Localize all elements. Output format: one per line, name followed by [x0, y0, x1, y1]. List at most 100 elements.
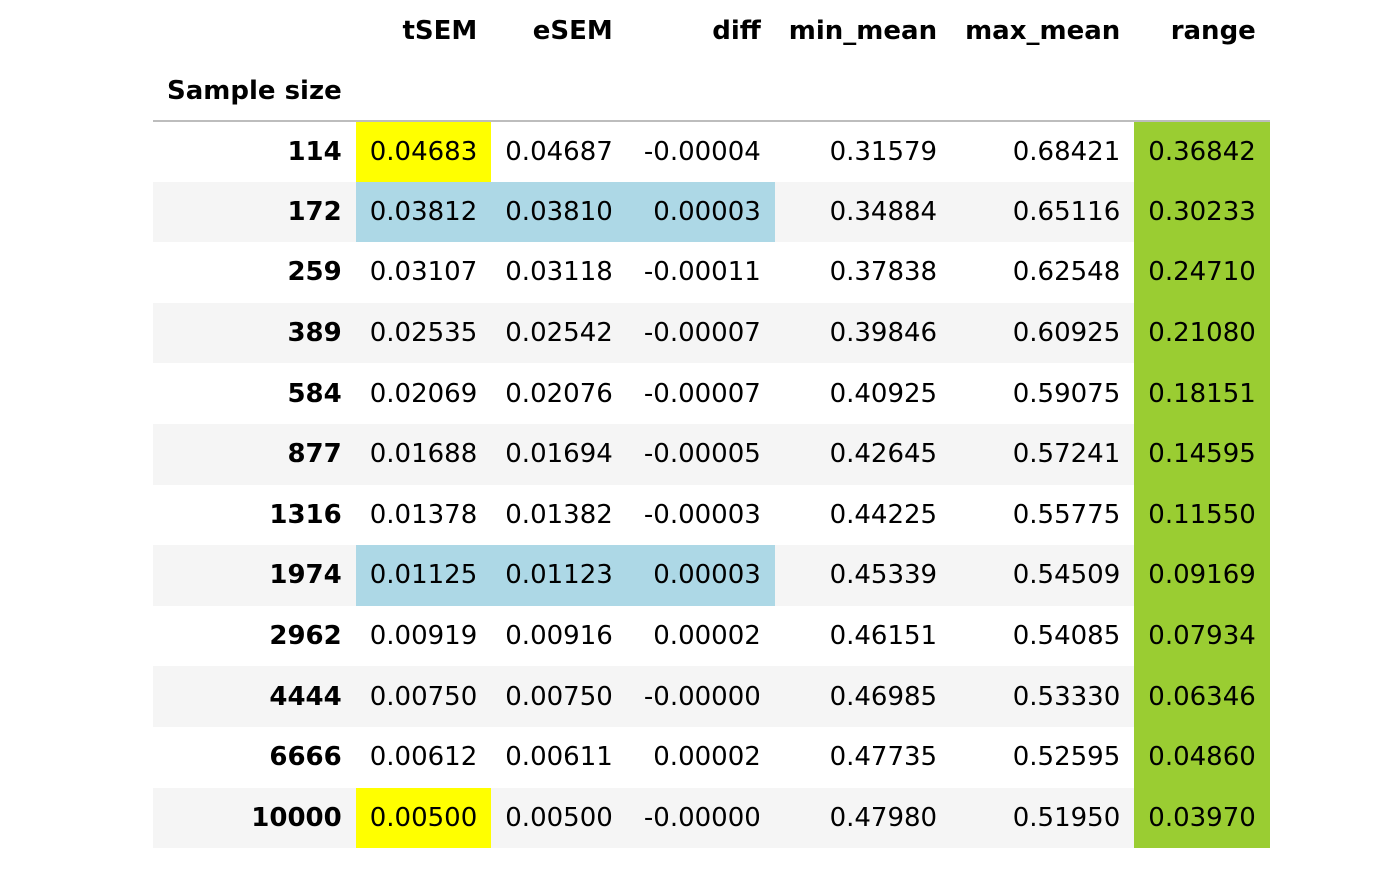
- cell-esem: 0.00500: [505, 802, 613, 833]
- cell-range: 0.03970: [1134, 787, 1270, 849]
- cell-max-mean: 0.55775: [1012, 499, 1121, 530]
- cell-min-mean: 0.40925: [829, 378, 938, 409]
- table-row: 584 0.02069 0.02076 -0.00007 0.40925 0.59075 0…: [153, 363, 1270, 424]
- cell-max-mean: 0.53330: [1012, 681, 1121, 712]
- table-row: 1974 0.01125 0.01123 0.00003 0.45339 0.54509 0…: [153, 545, 1270, 606]
- cell-range: 0.14595: [1134, 423, 1270, 485]
- cell-range: 0.24710: [1134, 242, 1270, 303]
- cell-tsem: 0.02069: [369, 378, 478, 409]
- row-index-sample-size: 6666: [269, 742, 342, 773]
- blank-corner-cell: [153, 0, 356, 62]
- table-row: 6666 0.00612 0.00611 0.00002 0.47735 0.52595 0…: [153, 726, 1270, 788]
- empty-header-cell: [627, 62, 775, 121]
- cell-diff: -0.00000: [643, 681, 761, 712]
- cell-min-mean: 0.42645: [829, 439, 938, 470]
- cell-min-mean: 0.47735: [829, 742, 938, 773]
- empty-header-cell: [775, 62, 951, 121]
- cell-tsem: 0.02535: [369, 318, 478, 349]
- cell-min-mean: 0.45339: [829, 560, 938, 591]
- table-row: 259 0.03107 0.03118 -0.00011 0.37838 0.62548 0…: [153, 242, 1270, 303]
- cell-tsem: 0.00612: [369, 742, 478, 773]
- cell-diff: -0.00007: [643, 378, 761, 409]
- cell-diff: 0.00003: [626, 545, 775, 606]
- table-row: 1316 0.01378 0.01382 -0.00003 0.44225 0.55775…: [153, 484, 1270, 546]
- cell-range: 0.07934: [1134, 605, 1270, 667]
- cell-esem: 0.03810: [491, 181, 627, 243]
- table-body: 114 0.04683 0.04687 -0.00004 0.31579 0.68421 0…: [153, 120, 1270, 849]
- cell-min-mean: 0.37838: [829, 257, 938, 288]
- cell-esem: 0.02542: [505, 318, 613, 349]
- table-row: 172 0.03812 0.03810 0.00003 0.34884 0.65116 0.…: [153, 181, 1270, 243]
- cell-range: 0.06346: [1134, 666, 1270, 727]
- cell-min-mean: 0.31579: [774, 120, 952, 182]
- index-header-row: Sample size: [153, 62, 1270, 121]
- cell-min-mean: 0.44225: [829, 499, 938, 530]
- cell-diff: -0.00000: [643, 802, 761, 833]
- cell-diff: 0.00002: [653, 621, 761, 652]
- cell-max-mean: 0.57241: [1012, 439, 1121, 470]
- column-header-min-mean: min_mean: [788, 16, 938, 46]
- column-header-esem: eSEM: [532, 16, 613, 46]
- cell-max-mean: 0.65116: [1012, 196, 1121, 227]
- row-index-sample-size: 172: [287, 196, 342, 227]
- cell-min-mean: 0.47980: [829, 802, 938, 833]
- table-row: 114 0.04683 0.04687 -0.00004 0.31579 0.68421 0…: [153, 120, 1270, 182]
- cell-tsem: 0.00919: [369, 621, 478, 652]
- cell-diff: -0.00005: [643, 439, 761, 470]
- row-index-sample-size: 4444: [269, 681, 342, 712]
- empty-header-cell: [951, 62, 1134, 121]
- empty-header-cell: [356, 62, 492, 121]
- cell-esem: 0.01382: [505, 499, 613, 530]
- cell-esem: 0.04687: [491, 120, 627, 182]
- row-index-sample-size: 877: [287, 439, 342, 470]
- row-index-sample-size: 584: [287, 378, 342, 409]
- cell-esem: 0.00750: [505, 681, 613, 712]
- cell-esem: 0.02076: [505, 378, 613, 409]
- cell-diff: -0.00003: [643, 499, 761, 530]
- cell-min-mean: 0.46985: [829, 681, 938, 712]
- row-index-sample-size: 259: [287, 257, 342, 288]
- cell-diff: -0.00011: [643, 257, 761, 288]
- cell-esem: 0.01123: [491, 545, 627, 606]
- table-row: 2962 0.00919 0.00916 0.00002 0.46151 0.54085 0…: [153, 605, 1270, 667]
- cell-range: 0.11550: [1134, 484, 1270, 546]
- table-row: 877 0.01688 0.01694 -0.00005 0.42645 0.57241 0…: [153, 423, 1270, 485]
- cell-min-mean: 0.34884: [829, 196, 938, 227]
- index-name-header: Sample size: [167, 76, 342, 106]
- table-row: 4444 0.00750 0.00750 -0.00000 0.46985 0.53330…: [153, 666, 1270, 727]
- row-index-sample-size: 389: [287, 318, 342, 349]
- cell-tsem: 0.01688: [369, 439, 478, 470]
- cell-tsem: 0.04683: [355, 120, 492, 182]
- row-index-sample-size: 114: [153, 120, 356, 182]
- cell-max-mean: 0.54509: [1012, 560, 1121, 591]
- empty-header-cell: [1134, 62, 1270, 121]
- column-header-row: tSEM eSEM diff min_mean max_mean range: [153, 0, 1270, 62]
- cell-range: 0.04860: [1134, 726, 1270, 788]
- table-row: 389 0.02535 0.02542 -0.00007 0.39846 0.60925 0…: [153, 302, 1270, 364]
- cell-min-mean: 0.46151: [829, 621, 938, 652]
- cell-tsem: 0.01378: [369, 499, 478, 530]
- column-header-diff: diff: [712, 16, 761, 46]
- column-header-tsem: tSEM: [402, 16, 478, 46]
- cell-min-mean: 0.39846: [829, 318, 938, 349]
- cell-max-mean: 0.68421: [951, 120, 1135, 182]
- table-header: tSEM eSEM diff min_mean max_mean range S…: [153, 0, 1270, 121]
- cell-max-mean: 0.54085: [1012, 621, 1121, 652]
- cell-esem: 0.00916: [505, 621, 613, 652]
- cell-range: 0.36842: [1134, 120, 1270, 182]
- cell-tsem: 0.00750: [369, 681, 478, 712]
- cell-diff: -0.00007: [643, 318, 761, 349]
- table-row: 10000 0.00500 0.00500 -0.00000 0.47980 0.5195…: [153, 787, 1270, 849]
- cell-diff: 0.00002: [653, 742, 761, 773]
- cell-diff: -0.00004: [626, 120, 775, 182]
- cell-esem: 0.01694: [505, 439, 613, 470]
- stats-table: tSEM eSEM diff min_mean max_mean range S…: [153, 0, 1270, 849]
- empty-header-cell: [491, 62, 627, 121]
- column-header-max-mean: max_mean: [965, 16, 1121, 46]
- cell-range: 0.30233: [1134, 181, 1270, 243]
- cell-max-mean: 0.62548: [1012, 257, 1121, 288]
- row-index-sample-size: 1974: [269, 560, 342, 591]
- cell-range: 0.18151: [1134, 363, 1270, 424]
- cell-range: 0.09169: [1134, 545, 1270, 606]
- column-header-range: range: [1170, 16, 1256, 46]
